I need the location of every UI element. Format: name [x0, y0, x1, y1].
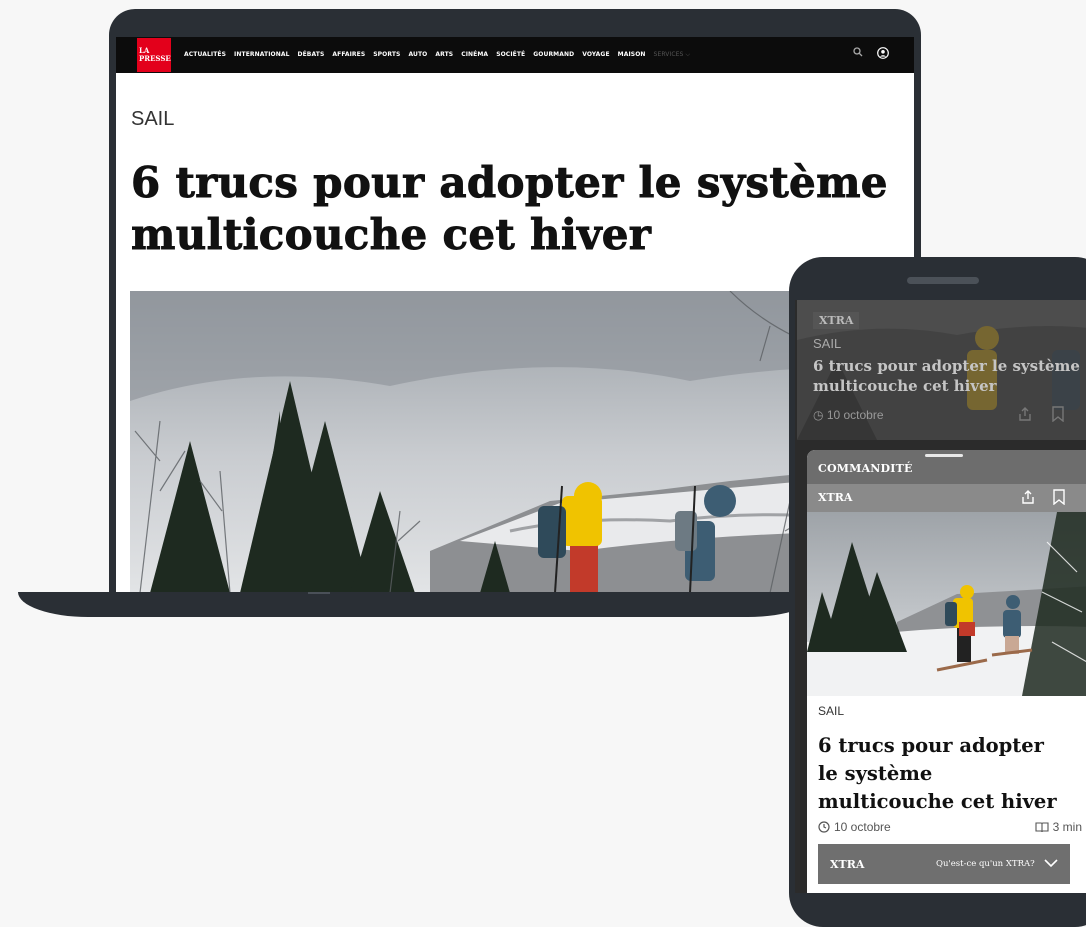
nav-item-arts[interactable]: ARTS	[435, 51, 453, 59]
article-photo[interactable]	[807, 512, 1086, 696]
nav-item-societe[interactable]: SOCIÉTÉ	[496, 51, 525, 59]
behind-card-title: 6 trucs pour adopter le système multicou…	[813, 357, 1080, 395]
nav-icons	[853, 47, 889, 59]
phone-speaker	[907, 277, 979, 284]
account-icon[interactable]	[877, 47, 889, 59]
nav-item-gourmand[interactable]: GOURMAND	[533, 51, 574, 59]
xtra-explainer-link[interactable]: Qu'est-ce qu'un XTRA?	[936, 859, 1035, 869]
nav-item-actualites[interactable]: ACTUALITÉS	[184, 51, 226, 59]
reading-time: 3 min	[1035, 820, 1082, 834]
sponsored-article-sheet[interactable]: COMMANDITÉ XTRA SAIL 6 trucs pour adopte…	[807, 450, 1086, 893]
nav-item-affaires[interactable]: AFFAIRES	[332, 51, 365, 59]
behind-card-date: ◷ 10 octobre	[813, 408, 884, 422]
sheet-date-text: 10 octobre	[834, 820, 891, 834]
share-icon[interactable]	[1017, 406, 1033, 422]
xtra-footer-label: XTRA	[830, 858, 865, 871]
xtra-tag: XTRA	[813, 312, 860, 329]
bookmark-icon[interactable]	[1052, 489, 1066, 505]
reading-time-text: 3 min	[1052, 820, 1082, 834]
la-presse-logo[interactable]: LA PRESSE	[137, 38, 171, 72]
search-icon[interactable]	[853, 47, 863, 57]
article-kicker[interactable]: SAIL	[131, 108, 174, 131]
xtra-bar: XTRA	[807, 484, 1086, 512]
nav-item-voyage[interactable]: VOYAGE	[582, 51, 609, 59]
article-headline: 6 trucs pour adopter le système multicou…	[131, 158, 888, 260]
phone-frame: XTRA SAIL 6 trucs pour adopter le systèm…	[789, 257, 1086, 927]
nav-item-international[interactable]: INTERNATIONAL	[234, 51, 289, 59]
nav-item-services[interactable]: SERVICES ⌵	[654, 51, 691, 59]
share-icon[interactable]	[1020, 489, 1036, 505]
sponsored-label: COMMANDITÉ	[818, 462, 913, 475]
sheet-header: COMMANDITÉ XTRA	[807, 450, 1086, 512]
phone-screen: XTRA SAIL 6 trucs pour adopter le systèm…	[795, 300, 1086, 893]
behind-card-kicker: SAIL	[813, 336, 842, 351]
behind-card-date-text: 10 octobre	[826, 408, 884, 422]
bookmark-icon[interactable]	[1051, 406, 1065, 422]
xtra-info-bar[interactable]: XTRA Qu'est-ce qu'un XTRA?	[818, 844, 1070, 884]
nav-item-maison[interactable]: MAISON	[618, 51, 646, 59]
laptop-base	[18, 592, 818, 617]
nav-menu: ACTUALITÉS INTERNATIONAL DÉBATS AFFAIRES…	[184, 51, 698, 59]
clock-icon	[818, 821, 830, 833]
book-icon	[1035, 822, 1049, 833]
chevron-down-icon[interactable]	[1044, 858, 1058, 868]
top-navbar: LA PRESSE ACTUALITÉS INTERNATIONAL DÉBAT…	[116, 37, 914, 73]
sheet-date: 10 octobre	[818, 820, 891, 834]
xtra-label: XTRA	[818, 491, 853, 504]
logo-line-2: PRESSE	[139, 54, 171, 63]
sheet-kicker[interactable]: SAIL	[818, 704, 844, 718]
background-article-card: XTRA SAIL 6 trucs pour adopter le systèm…	[797, 300, 1086, 440]
nav-item-cinema[interactable]: CINÉMA	[461, 51, 488, 59]
sheet-grabber[interactable]	[925, 454, 963, 457]
sheet-actions	[1020, 489, 1066, 505]
chevron-down-icon: ⌵	[685, 51, 691, 58]
sheet-title[interactable]: 6 trucs pour adopter le système multicou…	[818, 732, 1068, 816]
behind-card-actions	[1017, 406, 1065, 422]
nav-services-label: SERVICES	[653, 51, 684, 58]
nav-item-debats[interactable]: DÉBATS	[298, 51, 325, 59]
nav-item-auto[interactable]: AUTO	[408, 51, 427, 59]
nav-item-sports[interactable]: SPORTS	[373, 51, 400, 59]
